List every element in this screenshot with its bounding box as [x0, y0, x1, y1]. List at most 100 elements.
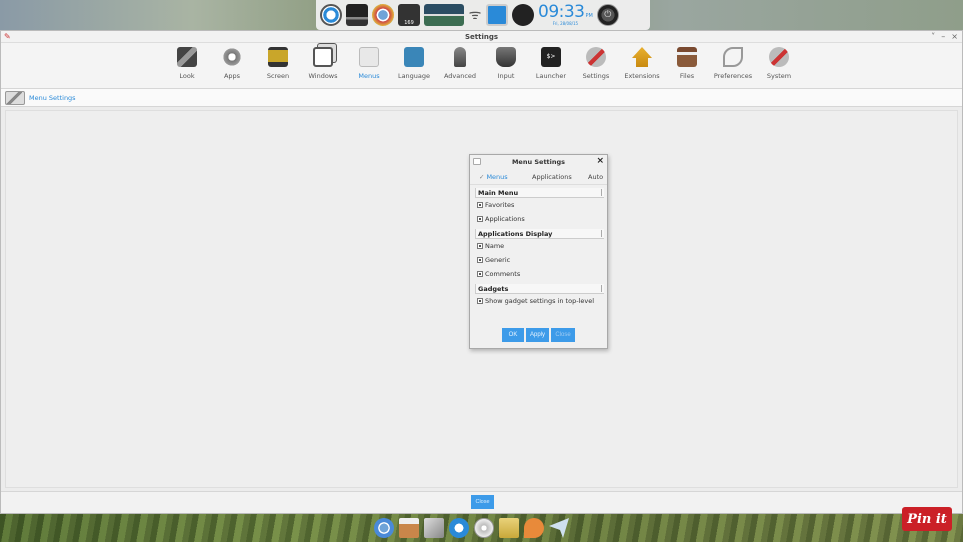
window-bottom-bar: Close	[1, 491, 962, 513]
dialog-buttons: OK Apply Close	[502, 328, 575, 342]
option-favorites[interactable]: Favorites	[475, 198, 604, 212]
language-icon	[404, 47, 424, 67]
fruit-app-icon[interactable]	[524, 518, 544, 538]
apply-button[interactable]: Apply	[526, 328, 549, 342]
toolbar-label: Screen	[266, 72, 290, 80]
wifi-icon[interactable]: ᯤ	[468, 4, 482, 26]
window-titlebar[interactable]: ✎ Settings ˅ – ×	[1, 31, 962, 43]
toolbar-item-menus[interactable]: Menus	[347, 47, 391, 87]
chromium-icon[interactable]	[374, 518, 394, 538]
toolbar-item-screen[interactable]: Screen	[256, 47, 300, 87]
window-close-button[interactable]: ×	[951, 32, 958, 41]
toolbar-item-files[interactable]: Files	[665, 47, 709, 87]
gadget-settings-checkbox[interactable]	[477, 298, 483, 304]
check-icon: ✓	[479, 173, 485, 181]
toolbar-item-settings[interactable]: Settings	[574, 47, 618, 87]
toolbar-label: Extensions	[624, 72, 660, 80]
browser-icon[interactable]	[449, 518, 469, 538]
archive-icon[interactable]	[499, 518, 519, 538]
computer-icon[interactable]	[346, 4, 368, 26]
calendar-icon[interactable]: 169	[398, 4, 420, 26]
power-icon[interactable]: ⏻	[596, 4, 619, 26]
option-label: Show gadget settings in top-level	[485, 297, 595, 305]
toolbar-label: System	[766, 72, 792, 80]
top-dock: 169 ᯤ 09:33 PM Fri, 28/08/15 ⏻	[316, 0, 650, 30]
window-close-main-button[interactable]: Close	[471, 495, 494, 509]
dialog-tabs: ✓ Menus Applications Auto	[470, 169, 607, 185]
toolbar-label: Menus	[358, 72, 380, 80]
clock-date: Fri, 28/08/15	[552, 21, 579, 26]
group-header-applications-display: Applications Display	[475, 229, 604, 239]
option-applications[interactable]: Applications	[475, 212, 604, 226]
chromium-icon[interactable]	[372, 4, 394, 26]
option-show-gadget-settings[interactable]: Show gadget settings in top-level	[475, 294, 604, 308]
option-generic[interactable]: Generic	[475, 253, 604, 267]
tab-label: Applications	[532, 173, 572, 181]
settings-icon	[586, 47, 606, 67]
divider	[601, 230, 602, 237]
toolbar-item-advanced[interactable]: Advanced	[438, 47, 482, 87]
menu-settings-dialog: Menu Settings × ✓ Menus Applications Auto…	[469, 154, 608, 349]
toolbar-label: Input	[497, 72, 515, 80]
option-label: Favorites	[485, 201, 515, 209]
menu-settings-icon	[5, 90, 25, 105]
tab-menus[interactable]: ✓ Menus	[479, 173, 508, 181]
toolbar-item-language[interactable]: Language	[392, 47, 436, 87]
toolbar-item-launcher[interactable]: $> Launcher	[529, 47, 573, 87]
section-header: Menu Settings	[1, 89, 962, 107]
app-circle-icon[interactable]	[512, 4, 534, 26]
paper-plane-icon[interactable]	[549, 518, 569, 538]
workspace-switcher-icon[interactable]	[424, 4, 464, 26]
group-header-main-menu: Main Menu	[475, 188, 604, 198]
dialog-titlebar[interactable]: Menu Settings ×	[470, 155, 607, 169]
toolbar-item-preferences[interactable]: Preferences	[711, 47, 755, 87]
pin-it-button[interactable]: Pin it	[902, 507, 952, 531]
toolbar-item-apps[interactable]: Apps	[210, 47, 254, 87]
ok-button[interactable]: OK	[502, 328, 524, 342]
preferences-icon	[723, 47, 743, 67]
screen-icon	[268, 47, 288, 67]
toolbar-item-system[interactable]: System	[757, 47, 801, 87]
file-manager-icon[interactable]	[399, 518, 419, 538]
clock[interactable]: 09:33 PM Fri, 28/08/15	[538, 4, 593, 26]
toolbar-item-extensions[interactable]: Extensions	[620, 47, 664, 87]
tab-label: Auto	[588, 173, 604, 181]
ubuntu-icon[interactable]	[320, 4, 342, 26]
divider	[601, 285, 602, 292]
window-menu-button[interactable]: ˅	[931, 32, 935, 41]
launcher-icon: $>	[541, 47, 561, 67]
photos-icon[interactable]	[424, 518, 444, 538]
toolbar-item-look[interactable]: Look	[165, 47, 209, 87]
applications-checkbox[interactable]	[477, 216, 483, 222]
option-comments[interactable]: Comments	[475, 267, 604, 281]
toolbar-item-windows[interactable]: Windows	[301, 47, 345, 87]
dialog-title: Menu Settings	[511, 158, 566, 166]
option-name[interactable]: Name	[475, 239, 604, 253]
close-button[interactable]: Close	[551, 328, 575, 342]
name-checkbox[interactable]	[477, 243, 483, 249]
option-label: Generic	[485, 256, 511, 264]
toolbar-label: Apps	[223, 72, 241, 80]
clock-suffix: PM	[585, 13, 593, 19]
dialog-body: Main Menu Favorites Applications Applica…	[475, 188, 604, 308]
disc-icon[interactable]	[474, 518, 494, 538]
advanced-icon	[454, 47, 466, 67]
tab-applications[interactable]: Applications	[532, 173, 572, 181]
option-label: Comments	[485, 270, 521, 278]
favorites-checkbox[interactable]	[477, 202, 483, 208]
dialog-close-icon[interactable]: ×	[596, 156, 604, 166]
apps-icon	[222, 47, 242, 67]
group-header-label: Gadgets	[478, 285, 509, 293]
option-label: Applications	[485, 215, 525, 223]
window-title: Settings	[464, 33, 499, 41]
generic-checkbox[interactable]	[477, 257, 483, 263]
clock-time: 09:33	[538, 2, 585, 22]
display-icon[interactable]	[486, 4, 508, 26]
look-icon	[177, 47, 197, 67]
files-icon	[677, 47, 697, 67]
toolbar-label: Advanced	[443, 72, 477, 80]
toolbar-item-input[interactable]: Input	[484, 47, 528, 87]
comments-checkbox[interactable]	[477, 271, 483, 277]
tab-auto[interactable]: Auto	[588, 173, 603, 181]
window-minimize-button[interactable]: –	[941, 32, 945, 41]
